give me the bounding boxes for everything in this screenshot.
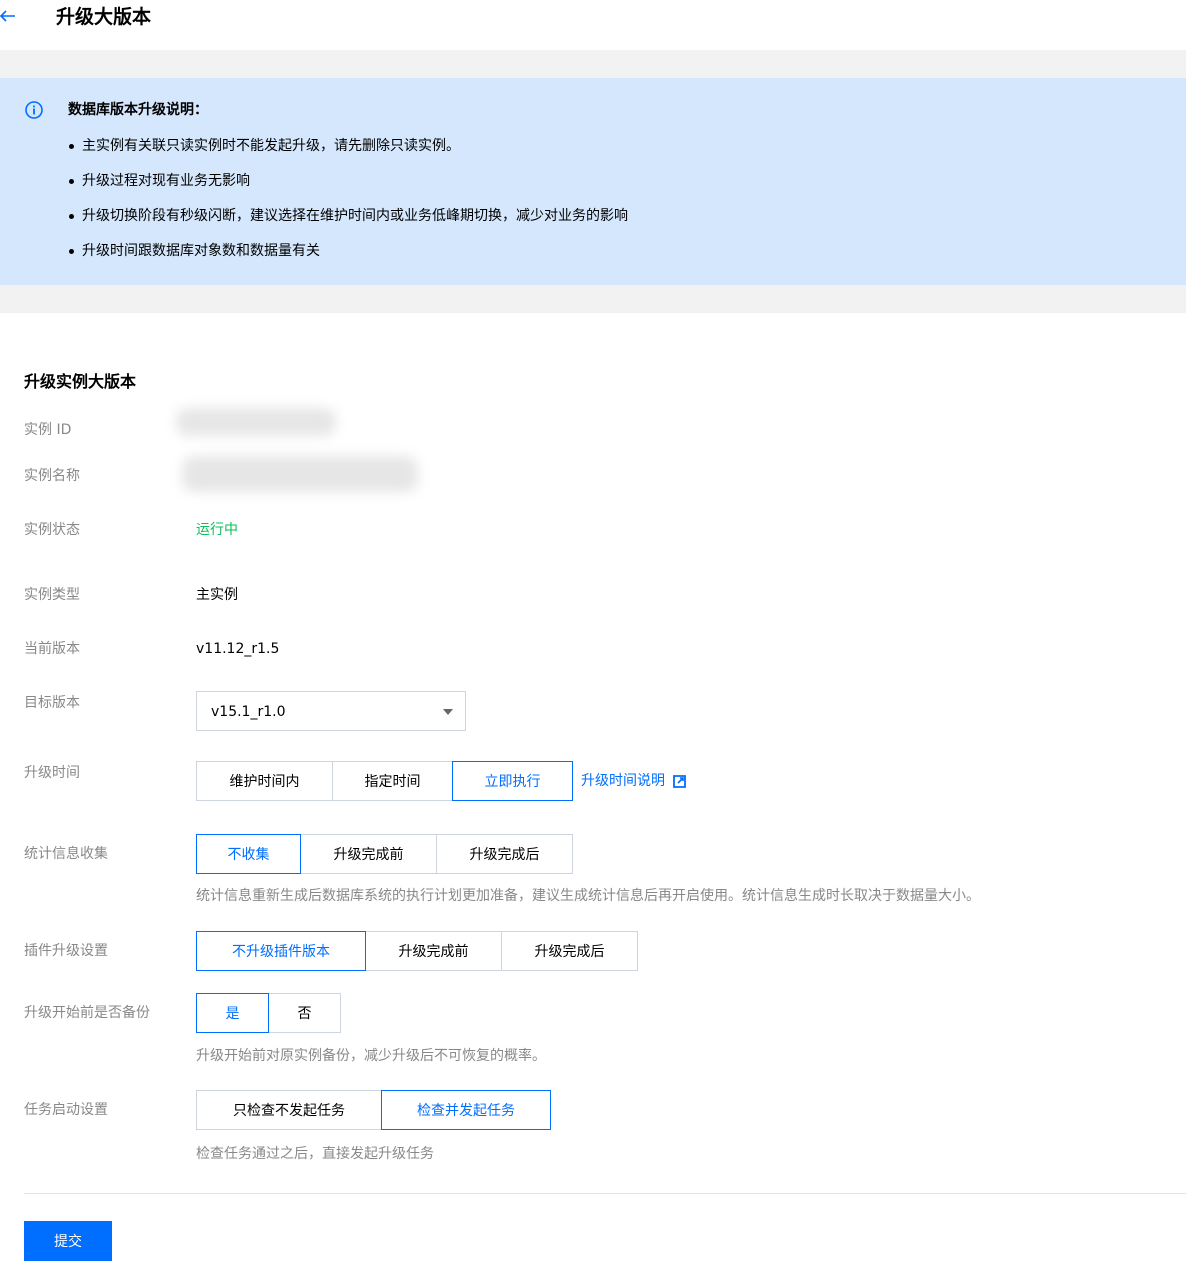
task-option-check-and-start[interactable]: 检查并发起任务 — [381, 1090, 551, 1130]
arrow-left-icon[interactable] — [0, 6, 18, 26]
plugin-upgrade-options: 不升级插件版本 升级完成前 升级完成后 — [196, 931, 638, 971]
backup-hint: 升级开始前对原实例备份，减少升级后不可恢复的概率。 — [196, 1048, 546, 1064]
notice-item: 升级时间跟数据库对象数和数据量有关 — [68, 241, 628, 276]
page-title: 升级大版本 — [56, 6, 152, 28]
notice-item: 主实例有关联只读实例时不能发起升级，请先删除只读实例。 — [68, 136, 628, 171]
upgrade-time-help-link[interactable]: 升级时间说明 — [581, 771, 686, 791]
target-version-select[interactable]: v15.1_r1.0 — [196, 691, 466, 731]
stats-collection-options: 不收集 升级完成前 升级完成后 — [196, 834, 573, 874]
instance-type-value: 主实例 — [196, 587, 238, 603]
notice-list: 主实例有关联只读实例时不能发起升级，请先删除只读实例。 升级过程对现有业务无影响… — [68, 136, 628, 276]
target-version-label: 目标版本 — [24, 695, 80, 711]
page-header: 升级大版本 — [0, 0, 1186, 50]
external-link-icon — [673, 774, 686, 788]
upgrade-notice: 数据库版本升级说明： 主实例有关联只读实例时不能发起升级，请先删除只读实例。 升… — [0, 78, 1186, 285]
plugin-option-no-upgrade[interactable]: 不升级插件版本 — [196, 931, 366, 971]
instance-id-value-redacted — [176, 408, 336, 436]
stats-collection-label: 统计信息收集 — [24, 846, 108, 862]
backup-label: 升级开始前是否备份 — [24, 1005, 150, 1021]
upgrade-time-option-maintenance[interactable]: 维护时间内 — [196, 761, 333, 801]
upgrade-time-option-immediate[interactable]: 立即执行 — [452, 761, 573, 801]
upgrade-time-help-label: 升级时间说明 — [581, 773, 665, 789]
task-start-options: 只检查不发起任务 检查并发起任务 — [196, 1090, 551, 1130]
backup-option-no[interactable]: 否 — [268, 993, 341, 1033]
instance-name-label: 实例名称 — [24, 468, 80, 484]
caret-down-icon — [443, 709, 453, 715]
info-circle-icon — [25, 101, 43, 119]
instance-status-value: 运行中 — [196, 522, 238, 538]
current-version-label: 当前版本 — [24, 641, 80, 657]
upgrade-time-option-scheduled[interactable]: 指定时间 — [332, 761, 453, 801]
plugin-option-after[interactable]: 升级完成后 — [501, 931, 638, 971]
stats-option-before[interactable]: 升级完成前 — [300, 834, 437, 874]
instance-type-label: 实例类型 — [24, 587, 80, 603]
plugin-upgrade-label: 插件升级设置 — [24, 943, 108, 959]
notice-item: 升级过程对现有业务无影响 — [68, 171, 628, 206]
task-start-hint: 检查任务通过之后，直接发起升级任务 — [196, 1146, 434, 1162]
upgrade-time-label: 升级时间 — [24, 765, 80, 781]
upgrade-time-options: 维护时间内 指定时间 立即执行 — [196, 761, 573, 801]
divider — [24, 1193, 1186, 1194]
backup-option-yes[interactable]: 是 — [196, 993, 269, 1033]
section-title: 升级实例大版本 — [24, 372, 137, 391]
stats-option-after[interactable]: 升级完成后 — [436, 834, 573, 874]
instance-name-value-redacted — [182, 456, 418, 492]
notice-item: 升级切换阶段有秒级闪断，建议选择在维护时间内或业务低峰期切换，减少对业务的影响 — [68, 206, 628, 241]
task-option-check-only[interactable]: 只检查不发起任务 — [196, 1090, 382, 1130]
current-version-value: v11.12_r1.5 — [196, 641, 280, 657]
notice-title: 数据库版本升级说明： — [68, 102, 208, 118]
backup-options: 是 否 — [196, 993, 341, 1033]
task-start-label: 任务启动设置 — [24, 1102, 108, 1118]
target-version-value: v15.1_r1.0 — [211, 704, 286, 720]
plugin-option-before[interactable]: 升级完成前 — [365, 931, 502, 971]
instance-id-label: 实例 ID — [24, 422, 72, 438]
instance-status-label: 实例状态 — [24, 522, 80, 538]
stats-collection-hint: 统计信息重新生成后数据库系统的执行计划更加准备，建议生成统计信息后再开启使用。统… — [196, 888, 980, 904]
stats-option-none[interactable]: 不收集 — [196, 834, 301, 874]
submit-button[interactable]: 提交 — [24, 1221, 112, 1261]
